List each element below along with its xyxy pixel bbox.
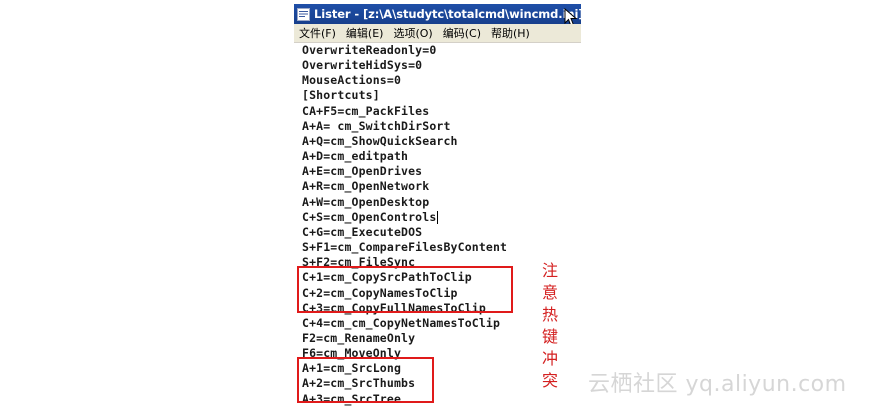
text-line: CA+F5=cm_PackFiles — [302, 103, 430, 118]
menu-item-options[interactable]: 选项(O) — [388, 25, 437, 41]
text-line: A+R=cm_OpenNetwork — [302, 179, 430, 194]
screenshot-canvas: Lister - [z:\A\studytc\totalcmd\wincmd.i… — [0, 0, 892, 408]
text-caret — [437, 210, 439, 224]
text-line: A+E=cm_OpenDrives — [302, 164, 423, 179]
menu-item-file[interactable]: 文件(F) — [294, 25, 341, 41]
annotation-char: 热 — [541, 305, 558, 324]
text-line: C+G=cm_ExecuteDOS — [302, 224, 423, 239]
text-line: A+W=cm_OpenDesktop — [302, 194, 430, 209]
menu-item-edit[interactable]: 编辑(E) — [341, 25, 389, 41]
window-title: Lister - [z:\A\studytc\totalcmd\wincmd.i… — [314, 7, 581, 21]
text-line: S+F1=cm_CompareFilesByContent — [302, 240, 508, 255]
watermark: 云栖社区 yq.aliyun.com — [588, 372, 847, 397]
text-line: A+3=cm_SrcTree — [302, 391, 402, 406]
annotation-char: 意 — [541, 283, 558, 302]
text-line: OverwriteHidSys=0 — [302, 58, 423, 73]
menu-item-help[interactable]: 帮助(H) — [486, 25, 535, 41]
text-line: OverwriteReadonly=0 — [302, 43, 437, 57]
title-bar[interactable]: Lister - [z:\A\studytc\totalcmd\wincmd.i… — [294, 4, 581, 24]
text-line: A+A= cm_SwitchDirSort — [302, 118, 451, 133]
annotation-char: 突 — [541, 371, 558, 390]
conflict-annotation: 注 意 热 键 冲 突 — [540, 260, 560, 392]
annotation-char: 键 — [541, 327, 558, 346]
annotation-char: 注 — [541, 261, 558, 280]
text-line: [Shortcuts] — [302, 88, 380, 103]
lister-app-icon[interactable] — [297, 7, 310, 21]
menu-bar: 文件(F) 编辑(E) 选项(O) 编码(C) 帮助(H) — [294, 24, 581, 43]
text-line: A+D=cm_editpath — [302, 149, 409, 164]
text-line-text: C+S=cm_OpenControls — [302, 209, 437, 224]
text-line: MouseActions=0 — [302, 73, 402, 88]
menu-item-encoding[interactable]: 编码(C) — [438, 25, 486, 41]
text-line-with-caret: C+S=cm_OpenControls — [302, 210, 581, 225]
annotation-char: 冲 — [541, 349, 558, 368]
lister-window: Lister - [z:\A\studytc\totalcmd\wincmd.i… — [294, 4, 581, 408]
text-line: A+Q=cm_ShowQuickSearch — [302, 133, 458, 148]
